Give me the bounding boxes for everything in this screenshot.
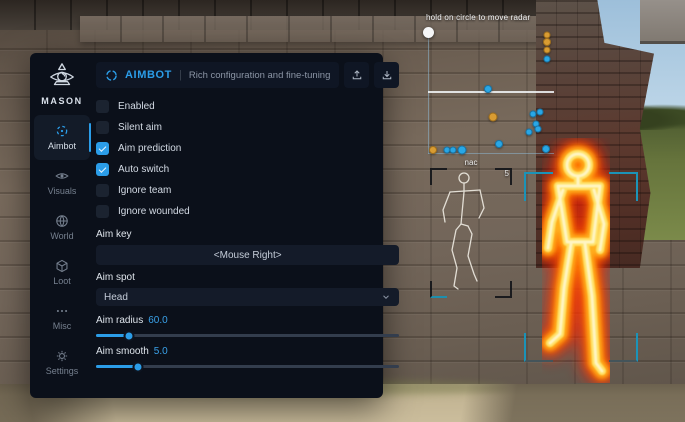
slider-value: 5.0 xyxy=(154,346,168,360)
slider-thumb[interactable] xyxy=(133,361,144,372)
radar-blue-dot xyxy=(537,109,544,116)
skeleton-esp: nac 5 xyxy=(430,168,512,298)
header-bar: AIMBOT | Rich configuration and fine-tun… xyxy=(96,62,339,88)
checkbox[interactable] xyxy=(96,205,109,218)
radar-drag-handle[interactable] xyxy=(423,27,434,38)
toggle-auto-switch[interactable]: Auto switch xyxy=(96,159,399,180)
sidebar-item-aimbot[interactable]: Aimbot xyxy=(34,115,90,160)
slider-value: 60.0 xyxy=(148,315,167,329)
radar-orange-dot xyxy=(544,47,551,54)
sidebar-item-visuals[interactable]: Visuals xyxy=(34,160,90,205)
panel-title: AIMBOT xyxy=(125,69,172,81)
download-icon xyxy=(381,69,393,81)
cheat-menu-window: MASON Aimbot Visuals xyxy=(30,53,383,398)
radar-blue-dot xyxy=(458,146,467,155)
checkbox-label: Silent aim xyxy=(118,122,162,133)
slider-thumb[interactable] xyxy=(124,330,135,341)
chevron-down-icon xyxy=(381,292,391,302)
radar-blue-dot xyxy=(535,126,542,133)
radar-blue-dot xyxy=(542,145,550,153)
slider-label: Aim radius xyxy=(96,315,143,329)
radar-blue-dot xyxy=(544,56,551,63)
radar-orange-dot xyxy=(543,38,551,46)
toggle-aim-prediction[interactable]: Aim prediction xyxy=(96,138,399,159)
aim-radius-slider: Aim radius 60.0 xyxy=(96,315,399,337)
eye-icon xyxy=(55,169,69,183)
sidebar-item-label: World xyxy=(50,231,73,241)
gear-icon xyxy=(55,349,69,363)
radar-blue-dot xyxy=(484,85,492,93)
panel-header: AIMBOT | Rich configuration and fine-tun… xyxy=(96,62,399,88)
aimbot-ring-icon xyxy=(105,69,118,82)
aim-key-label: Aim key xyxy=(96,229,399,242)
game-screen: nac 5 hold on circle to move radar xyxy=(0,0,685,422)
bracket-corner xyxy=(524,333,553,362)
sidebar-item-loot[interactable]: Loot xyxy=(34,250,90,295)
radar-orange-dot xyxy=(429,146,437,154)
radar-blue-dot xyxy=(450,147,457,154)
sidebar-item-label: Aimbot xyxy=(48,141,76,151)
sidebar-item-world[interactable]: World xyxy=(34,205,90,250)
checkbox[interactable] xyxy=(96,184,109,197)
esp-player-name: nac xyxy=(430,158,512,167)
mason-eye-logo-icon xyxy=(47,62,77,92)
aim-spot-select[interactable]: Head xyxy=(96,288,399,306)
checkbox-label: Ignore wounded xyxy=(118,206,190,217)
concrete-block xyxy=(640,0,685,44)
checkbox-label: Enabled xyxy=(118,101,155,112)
sidebar-item-settings[interactable]: Settings xyxy=(34,340,90,385)
export-config-button[interactable] xyxy=(344,62,369,88)
crosshair-icon xyxy=(55,124,69,138)
slider-label: Aim smooth xyxy=(96,346,149,360)
toggle-list: Enabled Silent aim Aim prediction Auto s… xyxy=(96,96,399,222)
toggle-ignore-team[interactable]: Ignore team xyxy=(96,180,399,201)
ground-shadow xyxy=(370,384,685,422)
toggle-ignore-wounded[interactable]: Ignore wounded xyxy=(96,201,399,222)
cube-icon xyxy=(55,259,69,273)
radar-blue-dot xyxy=(495,140,503,148)
ellipsis-icon xyxy=(55,304,69,318)
menu-main-panel: AIMBOT | Rich configuration and fine-tun… xyxy=(94,53,409,398)
radar-hint-label: hold on circle to move radar xyxy=(426,13,556,22)
title-separator: | xyxy=(179,69,182,81)
checkbox[interactable] xyxy=(96,142,109,155)
radar xyxy=(428,30,554,154)
radar-left-line xyxy=(428,32,429,154)
sidebar-item-label: Loot xyxy=(53,276,71,286)
upload-icon xyxy=(351,69,363,81)
radar-orange-dot xyxy=(489,113,498,122)
radar-blue-dot xyxy=(530,111,537,118)
aim-key-binding-button[interactable]: <Mouse Right> xyxy=(96,245,399,265)
bracket-corner xyxy=(524,172,553,201)
sidebar-item-label: Settings xyxy=(46,366,79,376)
sidebar-item-label: Misc xyxy=(53,321,72,331)
brand-name: MASON xyxy=(41,96,83,106)
aim-spot-value: Head xyxy=(104,292,128,303)
menu-sidebar: MASON Aimbot Visuals xyxy=(30,53,94,398)
player-bracket-esp xyxy=(524,172,638,362)
checkbox[interactable] xyxy=(96,163,109,176)
brand: MASON xyxy=(41,62,83,106)
globe-icon xyxy=(55,214,69,228)
radar-blue-dot xyxy=(526,129,533,136)
slider-track[interactable] xyxy=(96,365,399,368)
toggle-enabled[interactable]: Enabled xyxy=(96,96,399,117)
checkbox[interactable] xyxy=(96,121,109,134)
slider-track[interactable] xyxy=(96,334,399,337)
aim-smooth-slider: Aim smooth 5.0 xyxy=(96,346,399,368)
panel-subtitle: Rich configuration and fine-tuning xyxy=(189,70,331,81)
bracket-corner xyxy=(609,172,638,201)
checkbox[interactable] xyxy=(96,100,109,113)
sidebar-item-label: Visuals xyxy=(48,186,77,196)
checkbox-label: Ignore team xyxy=(118,185,171,196)
sidebar-item-misc[interactable]: Misc xyxy=(34,295,90,340)
checkbox-label: Auto switch xyxy=(118,164,169,175)
aim-spot-label: Aim spot xyxy=(96,272,399,285)
toggle-silent-aim[interactable]: Silent aim xyxy=(96,117,399,138)
skeleton-bones xyxy=(430,168,512,298)
bracket-corner xyxy=(609,333,638,362)
import-config-button[interactable] xyxy=(374,62,399,88)
checkbox-label: Aim prediction xyxy=(118,143,181,154)
